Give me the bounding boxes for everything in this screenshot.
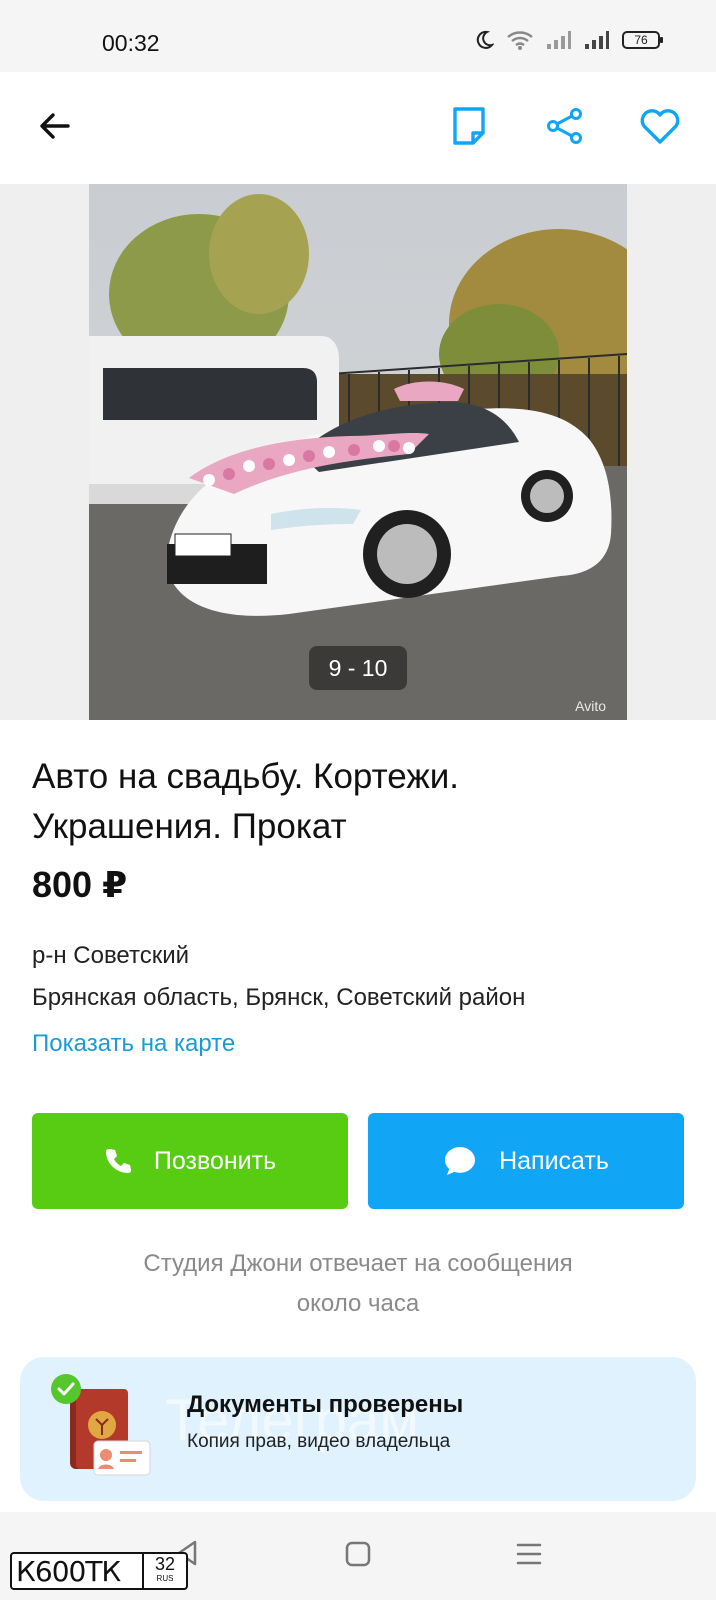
listing-address: Брянская область, Брянск, Советский райо… [32, 984, 526, 1011]
reply-note-line2: около часа [296, 1290, 420, 1317]
moon-icon [476, 30, 494, 49]
call-button[interactable]: Позвонить [32, 1113, 348, 1209]
docs-card-title: Документы проверены [187, 1391, 464, 1418]
signal-icon-2 [585, 31, 609, 49]
call-button-label: Позвонить [153, 1146, 277, 1175]
seller-reply-note: Студия Джони отвечает на сообщения около… [80, 1244, 636, 1324]
listing-price: 800 ₽ [32, 864, 128, 905]
status-time: 00:32 [102, 30, 160, 56]
passport-check-icon [51, 1374, 151, 1476]
photo-counter: 9 - 10 [309, 646, 407, 690]
write-button-label: Написать [499, 1146, 609, 1175]
battery-indicator: 76 [622, 31, 663, 49]
favorite-button[interactable] [634, 100, 686, 152]
show-on-map-link[interactable]: Показать на карте [32, 1030, 235, 1058]
write-button[interactable]: Написать [368, 1113, 684, 1209]
plate-region: 32 RUS [142, 1554, 186, 1588]
signal-icon [547, 31, 571, 49]
reply-note-line1: Студия Джони отвечает на сообщения [143, 1250, 573, 1277]
note-button[interactable] [443, 100, 495, 152]
chat-bubble-icon [445, 1147, 476, 1175]
wifi-icon [507, 31, 533, 50]
listing-title-line1: Авто на свадьбу. Кортежи. [32, 757, 460, 796]
plate-region-number: 32 [154, 1554, 176, 1574]
photo-gallery[interactable]: 9 - 10 Avito [0, 184, 716, 720]
listing-district: р-н Советский [32, 942, 190, 969]
plate-country-code: RUS [156, 1574, 174, 1583]
plate-main-text: К600ТК [16, 1554, 121, 1588]
share-icon [547, 108, 582, 144]
listing-title-line2: Украшения. Прокат [32, 807, 347, 846]
listing-photo[interactable] [89, 184, 627, 720]
car-photo-illustration [89, 184, 627, 720]
listing-title: Авто на свадьбу. Кортежи. Украшения. Про… [32, 752, 672, 852]
note-icon [453, 107, 485, 145]
license-plate-overlay: К600ТК 32 RUS [10, 1552, 188, 1590]
back-arrow-icon [40, 113, 70, 139]
app-bar [0, 72, 716, 184]
status-icons: 76 [474, 30, 663, 50]
heart-icon [640, 109, 680, 144]
nav-home-icon[interactable] [345, 1541, 371, 1567]
back-button[interactable] [29, 100, 81, 152]
documents-verified-card[interactable]: Телеграм Документы проверены Копия прав,… [20, 1357, 696, 1501]
share-button[interactable] [539, 100, 591, 152]
status-bar: 00:32 76 [0, 0, 716, 72]
docs-card-subtitle: Копия прав, видео владельца [187, 1431, 451, 1452]
avito-watermark: Avito [575, 698, 606, 714]
nav-menu-icon[interactable] [516, 1542, 542, 1566]
phone-icon [105, 1149, 131, 1173]
